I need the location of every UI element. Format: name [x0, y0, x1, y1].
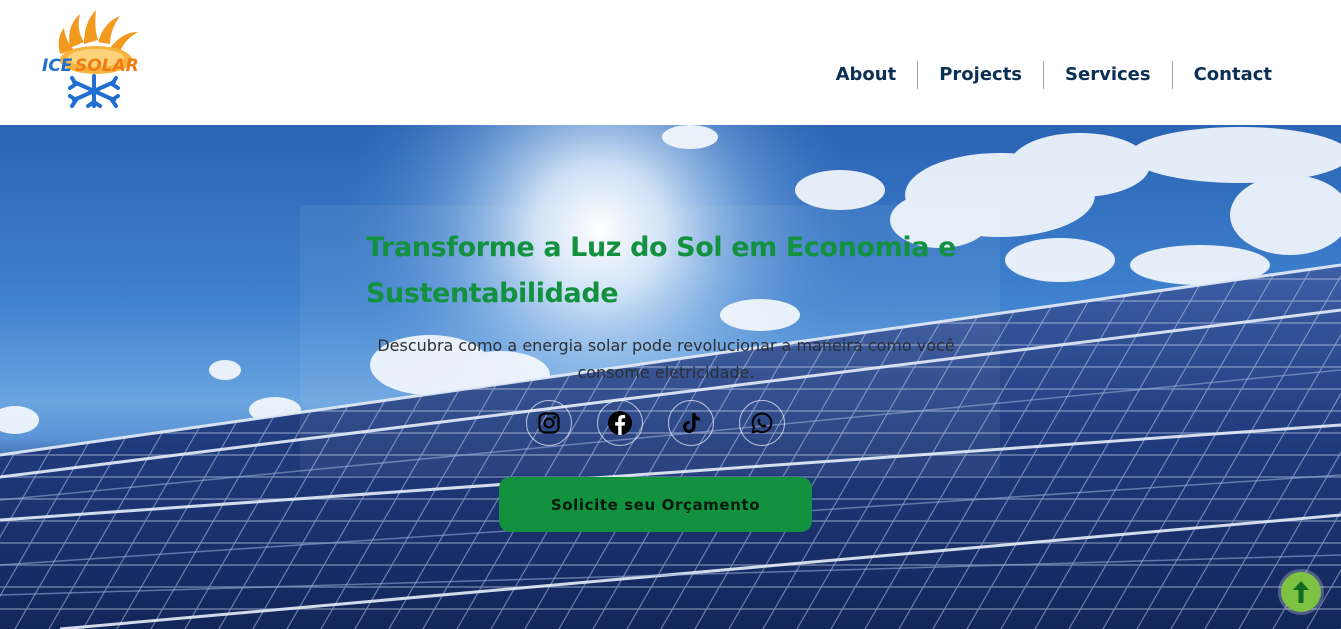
instagram-link[interactable] — [526, 400, 572, 446]
whatsapp-link[interactable] — [739, 400, 785, 446]
hero-title: Transforme a Luz do Sol em Economia e Su… — [366, 232, 956, 309]
logo-wordmark-solar: SOLAR — [75, 56, 139, 76]
site-header: ICE SOLAR About Projects Services Contac… — [0, 0, 1341, 125]
scroll-to-top-button[interactable] — [1281, 572, 1321, 612]
tiktok-icon — [683, 413, 700, 433]
whatsapp-icon — [751, 412, 773, 434]
request-quote-button[interactable]: Solicite seu Orçamento — [499, 477, 812, 532]
sun-snowflake-logo-icon: ICE SOLAR — [42, 10, 139, 108]
logo-wordmark-ice: ICE — [42, 56, 73, 76]
hero-subtitle: Descubra como a energia solar pode revol… — [377, 336, 955, 382]
instagram-icon — [538, 412, 560, 434]
arrow-up-icon — [1293, 581, 1309, 603]
brand-logo[interactable]: ICE SOLAR — [40, 8, 144, 112]
nav-link-about[interactable]: About — [815, 60, 918, 89]
facebook-link[interactable] — [597, 400, 643, 446]
nav-link-contact[interactable]: Contact — [1173, 60, 1293, 89]
hero-section: Transforme a Luz do Sol em Economia e Su… — [0, 125, 1341, 629]
nav-link-services[interactable]: Services — [1044, 60, 1172, 89]
tiktok-link[interactable] — [668, 400, 714, 446]
facebook-icon — [608, 411, 632, 435]
main-nav: About Projects Services Contact — [815, 60, 1293, 89]
nav-link-projects[interactable]: Projects — [918, 60, 1043, 89]
social-links — [526, 400, 785, 446]
